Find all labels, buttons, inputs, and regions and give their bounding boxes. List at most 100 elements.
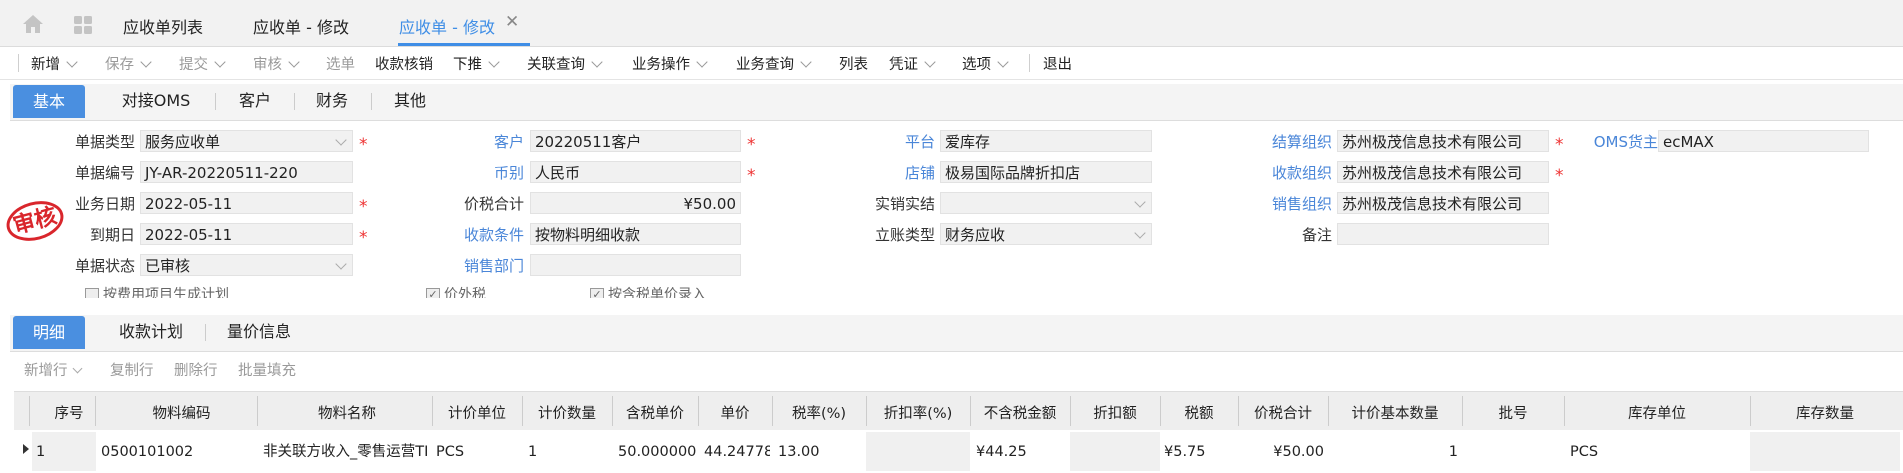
cell-discount-amount[interactable] xyxy=(1074,438,1158,466)
delete-row-button[interactable]: 删除行 xyxy=(174,359,218,380)
shop-field[interactable]: 极易国际品牌折扣店 xyxy=(940,161,1152,183)
options-button[interactable]: 选项 xyxy=(962,53,1009,74)
shop-label[interactable]: 店铺 xyxy=(800,162,935,183)
account-type-select[interactable]: 财务应收 xyxy=(940,223,1152,245)
col-unit-price[interactable]: 单价 xyxy=(698,402,772,423)
copy-row-button[interactable]: 复制行 xyxy=(110,359,154,380)
tab-receivable-list[interactable]: 应收单列表 xyxy=(123,14,203,38)
audit-button[interactable]: 审核 xyxy=(253,53,300,74)
col-material-code[interactable]: 物料编码 xyxy=(95,402,268,423)
settle-org-label[interactable]: 结算组织 xyxy=(1200,131,1332,152)
push-down-button[interactable]: 下推 xyxy=(453,53,500,74)
cell-material-code[interactable]: 0500101002 xyxy=(101,438,256,466)
oms-owner-field[interactable]: ecMAX xyxy=(1658,130,1869,152)
related-query-button[interactable]: 关联查询 xyxy=(527,53,603,74)
add-row-button[interactable]: 新增行 xyxy=(24,359,82,380)
platform-label[interactable]: 平台 xyxy=(800,131,935,152)
cell-batch-no[interactable] xyxy=(1466,438,1560,466)
col-tax-amount[interactable]: 税额 xyxy=(1160,402,1238,423)
table-row[interactable]: 1 0500101002 非关联方收入_零售运营TI PCS 1 50.0000… xyxy=(14,430,1903,473)
exit-button[interactable]: 退出 xyxy=(1043,53,1072,74)
plan-by-expense-checkbox[interactable]: 按费用项目生成计划 xyxy=(85,284,285,298)
currency-label[interactable]: 币别 xyxy=(400,162,524,183)
actual-sales-select[interactable] xyxy=(940,192,1152,214)
receive-org-field[interactable]: 苏州极茂信息技术有限公司 xyxy=(1337,161,1549,183)
cell-base-qty[interactable]: 1 xyxy=(1332,438,1458,466)
sales-dept-label[interactable]: 销售部门 xyxy=(400,255,524,276)
remark-field[interactable] xyxy=(1337,223,1549,245)
currency-field[interactable]: 人民币 xyxy=(530,161,741,183)
platform-field[interactable]: 爱库存 xyxy=(940,130,1152,152)
cell-stock-qty[interactable] xyxy=(1754,438,1894,466)
tab-receivable-edit[interactable]: 应收单 - 修改 xyxy=(253,14,349,38)
cell-tax-price[interactable]: 50.000000 xyxy=(618,438,698,466)
col-material-name[interactable]: 物料名称 xyxy=(257,402,437,423)
col-tax-rate[interactable]: 税率(%) xyxy=(772,402,866,423)
batch-fill-button[interactable]: 批量填充 xyxy=(238,359,296,380)
tax-price-entry-checkbox[interactable]: ✓ 按含税单价录入 xyxy=(590,284,760,298)
due-date-field[interactable]: 2022-05-11 xyxy=(140,223,353,245)
receive-org-label[interactable]: 收款组织 xyxy=(1200,162,1332,183)
cell-unit-price[interactable]: 44.24778 xyxy=(704,438,770,466)
write-off-button[interactable]: 收款核销 xyxy=(375,53,433,74)
cell-tax-amount[interactable]: ¥5.75 xyxy=(1164,438,1236,466)
customer-label[interactable]: 客户 xyxy=(400,131,524,152)
tab-finance[interactable]: 财务 xyxy=(302,84,362,117)
tab-other[interactable]: 其他 xyxy=(380,84,440,117)
voucher-button[interactable]: 凭证 xyxy=(889,53,936,74)
checkbox-icon xyxy=(85,288,99,298)
col-batch-no[interactable]: 批号 xyxy=(1462,402,1564,423)
save-button[interactable]: 保存 xyxy=(105,53,152,74)
tab-quantity-price[interactable]: 量价信息 xyxy=(216,315,302,348)
doc-no-field[interactable]: JY-AR-20220511-220 xyxy=(140,161,353,183)
sales-dept-field[interactable] xyxy=(530,254,741,276)
sales-org-label[interactable]: 销售组织 xyxy=(1200,193,1332,214)
col-discount-rate[interactable]: 折扣率(%) xyxy=(866,402,970,423)
cell-discount-rate[interactable] xyxy=(872,438,968,466)
submit-button[interactable]: 提交 xyxy=(179,53,226,74)
doc-status-select[interactable]: 已审核 xyxy=(140,254,353,276)
cell-stock-unit[interactable]: PCS xyxy=(1570,438,1746,466)
sales-org-field[interactable]: 苏州极茂信息技术有限公司 xyxy=(1337,192,1549,214)
col-stock-unit[interactable]: 库存单位 xyxy=(1564,402,1750,423)
col-amount-excl-tax[interactable]: 不含税金额 xyxy=(970,402,1070,423)
tab-receivable-edit-active[interactable]: 应收单 - 修改 xyxy=(399,14,495,38)
oms-owner-label[interactable]: OMS货主 xyxy=(1570,131,1658,152)
business-operations-button[interactable]: 业务操作 xyxy=(632,53,708,74)
close-icon[interactable]: ✕ xyxy=(505,12,519,32)
apps-grid-icon[interactable] xyxy=(73,15,93,35)
col-price-unit[interactable]: 计价单位 xyxy=(432,402,522,423)
settle-org-field[interactable]: 苏州极茂信息技术有限公司 xyxy=(1337,130,1549,152)
cell-price-qty[interactable]: 1 xyxy=(528,438,610,466)
col-stock-qty[interactable]: 库存数量 xyxy=(1750,402,1900,423)
tab-detail[interactable]: 明细 xyxy=(13,316,85,349)
pay-terms-label[interactable]: 收款条件 xyxy=(400,224,524,245)
col-total[interactable]: 价税合计 xyxy=(1238,402,1328,423)
tab-basic[interactable]: 基本 xyxy=(13,85,85,118)
tab-oms[interactable]: 对接OMS xyxy=(106,84,206,117)
col-base-qty[interactable]: 计价基本数量 xyxy=(1328,402,1462,423)
cell-tax-rate[interactable]: 13.00 xyxy=(778,438,864,466)
col-discount-amount[interactable]: 折扣额 xyxy=(1070,402,1160,423)
customer-field[interactable]: 20220511客户 xyxy=(530,130,741,152)
cell-total[interactable]: ¥50.00 xyxy=(1240,438,1324,466)
list-button[interactable]: 列表 xyxy=(839,53,868,74)
extra-tax-checkbox[interactable]: ✓ 价外税 xyxy=(426,284,546,298)
tab-customer[interactable]: 客户 xyxy=(225,84,285,117)
select-doc-button[interactable]: 选单 xyxy=(326,53,355,74)
cell-seq[interactable]: 1 xyxy=(36,438,91,466)
pay-terms-field[interactable]: 按物料明细收款 xyxy=(530,223,741,245)
business-query-button[interactable]: 业务查询 xyxy=(736,53,812,74)
required-mark: * xyxy=(359,197,368,217)
new-button[interactable]: 新增 xyxy=(31,53,78,74)
col-price-qty[interactable]: 计价数量 xyxy=(522,402,612,423)
tab-payment-plan[interactable]: 收款计划 xyxy=(106,315,196,348)
col-tax-price[interactable]: 含税单价 xyxy=(612,402,698,423)
doc-type-select[interactable]: 服务应收单 xyxy=(140,130,353,152)
account-type-label: 立账类型 xyxy=(874,226,935,244)
cell-price-unit[interactable]: PCS xyxy=(436,438,520,466)
biz-date-field[interactable]: 2022-05-11 xyxy=(140,192,353,214)
cell-material-name[interactable]: 非关联方收入_零售运营TI xyxy=(263,438,431,466)
home-icon[interactable] xyxy=(22,14,44,34)
cell-amount-excl-tax[interactable]: ¥44.25 xyxy=(976,438,1068,466)
